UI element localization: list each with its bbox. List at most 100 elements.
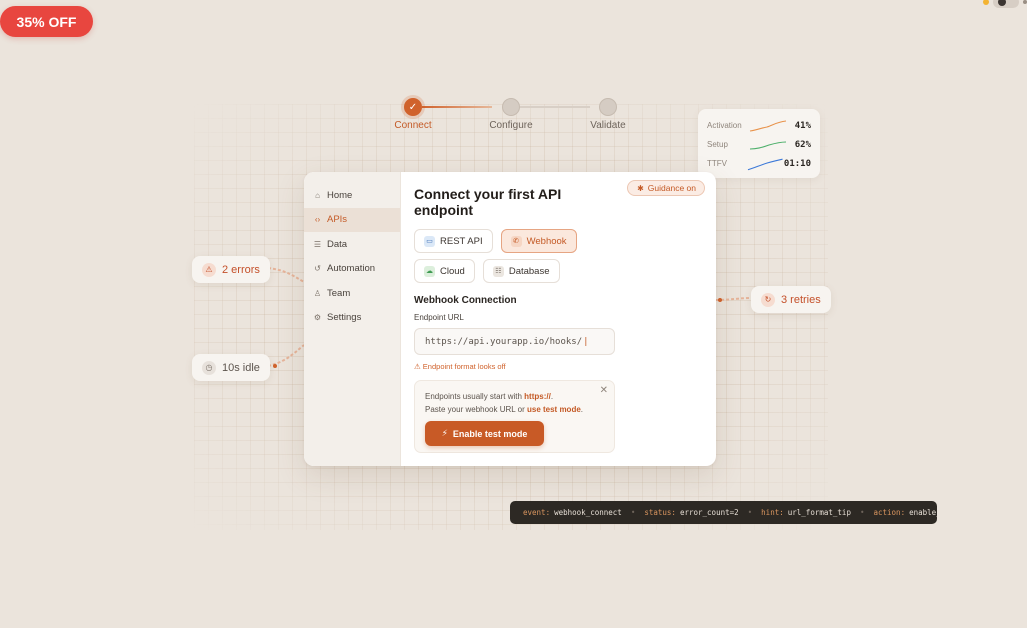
- step-validate[interactable]: Validate: [573, 98, 643, 131]
- metric-setup: Setup 62%: [707, 135, 811, 154]
- type-cloud-button[interactable]: ☁ Cloud: [414, 259, 475, 283]
- connection-type-group: ▭ REST API ✆ Webhook ☁ Cloud ☷ Database: [414, 229, 584, 283]
- metric-label: TTFV: [707, 159, 727, 168]
- log-value: webhook_connect: [554, 508, 622, 517]
- sidebar: ⌂ Home ‹› APIs ☰ Data ↺ Automation ♙ Tea…: [304, 172, 401, 466]
- type-database-button[interactable]: ☷ Database: [482, 259, 560, 283]
- sidebar-item-team[interactable]: ♙ Team: [304, 281, 400, 306]
- metric-activation: Activation 41%: [707, 116, 811, 135]
- sidebar-item-label: APIs: [327, 214, 348, 226]
- sidebar-item-apis[interactable]: ‹› APIs: [304, 207, 400, 232]
- window-controls: [983, 0, 1027, 8]
- format-warning: ⚠ Endpoint format looks off: [414, 362, 506, 371]
- hint-text-part: .: [550, 392, 554, 401]
- wand-icon: ⚡: [441, 428, 448, 438]
- endpoint-url-label: Endpoint URL: [414, 313, 464, 322]
- cloud-icon: ☁: [424, 265, 435, 277]
- endpoint-url-input[interactable]: https://api.yourapp.io/hooks/|: [414, 328, 615, 355]
- log-value: url_format_tip: [787, 508, 851, 517]
- retries-label: 3 retries: [781, 293, 821, 306]
- retries-chip[interactable]: ↻ 3 retries: [751, 286, 831, 313]
- onboarding-stepper: ✓ Connect Configure Validate: [392, 98, 642, 138]
- sidebar-item-label: Home: [327, 189, 353, 201]
- monitor-icon: ▭: [424, 235, 435, 247]
- theme-toggle[interactable]: [993, 0, 1019, 8]
- guidance-hint-card: ✕ Endpoints usually start with https://.…: [414, 380, 615, 453]
- main-content: Connect your first API endpoint ✱ Guidan…: [401, 172, 716, 466]
- text-caret: |: [583, 336, 589, 347]
- sidebar-item-label: Team: [327, 287, 351, 299]
- refresh-icon: ↺: [314, 264, 321, 274]
- type-webhook-button[interactable]: ✆ Webhook: [500, 229, 577, 253]
- log-key: event:: [523, 508, 551, 517]
- log-value: enable_test_mode: [909, 508, 937, 517]
- hint-text-part: Endpoints usually start with: [425, 392, 525, 401]
- sidebar-item-home[interactable]: ⌂ Home: [304, 183, 400, 208]
- promo-label: 35% OFF: [16, 13, 77, 30]
- errors-chip[interactable]: ⚠ 2 errors: [192, 256, 270, 283]
- type-rest-api-button[interactable]: ▭ REST API: [414, 229, 493, 253]
- sparkline-icon: [749, 140, 787, 150]
- type-label: Database: [508, 265, 550, 277]
- sidebar-item-label: Data: [327, 238, 348, 250]
- type-label: Cloud: [440, 265, 465, 277]
- sidebar-item-data[interactable]: ☰ Data: [304, 232, 400, 257]
- gear-icon: ⚙: [313, 313, 322, 323]
- step-label: Validate: [590, 120, 626, 131]
- phone-icon: ✆: [510, 235, 522, 247]
- separator-dot: •: [859, 508, 865, 517]
- refresh-icon: ↻: [761, 292, 775, 307]
- sparkline-icon: [749, 119, 787, 132]
- database-icon: ☰: [313, 239, 322, 249]
- guidance-toggle[interactable]: ✱ Guidance on: [627, 180, 705, 196]
- warning-icon: ⚠: [202, 262, 216, 277]
- step-connect[interactable]: ✓ Connect: [378, 98, 448, 131]
- sidebar-item-label: Automation: [327, 263, 376, 275]
- page-title: Connect your first API endpoint: [414, 186, 562, 218]
- sparkle-icon: ✱: [637, 183, 644, 193]
- metric-label: Setup: [707, 140, 728, 149]
- event-log-bar: event: webhook_connect • status: error_cou…: [510, 501, 937, 524]
- promo-badge[interactable]: 35% OFF: [0, 6, 93, 37]
- sparkline-icon: [748, 158, 784, 170]
- step-label: Configure: [489, 120, 533, 131]
- guidance-label: Guidance on: [647, 183, 696, 193]
- sidebar-item-settings[interactable]: ⚙ Settings: [304, 306, 400, 331]
- idle-chip[interactable]: ◷ 10s idle: [192, 354, 270, 381]
- metrics-card: Activation 41% Setup 62% TTFV 01:10: [698, 109, 820, 178]
- errors-label: 2 errors: [222, 263, 260, 276]
- type-label: REST API: [440, 235, 483, 247]
- separator-dot: •: [630, 508, 636, 517]
- hint-highlight: https://: [524, 392, 551, 401]
- metric-label: Activation: [707, 121, 742, 130]
- step-dot-icon: [502, 98, 520, 116]
- sidebar-item-label: Settings: [327, 312, 362, 324]
- enable-test-mode-button[interactable]: ⚡ Enable test mode: [425, 421, 544, 446]
- metric-ttfv: TTFV 01:10: [707, 154, 811, 173]
- log-key: status:: [644, 508, 676, 517]
- log-value: error_count=2: [679, 508, 739, 517]
- connect-api-panel: ⌂ Home ‹› APIs ☰ Data ↺ Automation ♙ Tea…: [304, 172, 716, 466]
- step-dot-icon: [599, 98, 617, 116]
- close-icon[interactable]: ✕: [600, 385, 608, 396]
- metric-value: 01:10: [783, 158, 811, 169]
- code-icon: ‹›: [314, 215, 321, 225]
- more-icon[interactable]: [1023, 0, 1027, 4]
- use-test-mode-link[interactable]: use test mode: [527, 405, 581, 414]
- endpoint-url-value: https://api.yourapp.io/hooks/: [425, 336, 583, 347]
- sidebar-item-automation[interactable]: ↺ Automation: [304, 257, 400, 282]
- idle-label: 10s idle: [222, 361, 260, 374]
- check-icon: ✓: [404, 98, 422, 116]
- hint-text: Endpoints usually start with https://. P…: [425, 390, 604, 416]
- home-icon: ⌂: [315, 190, 320, 200]
- type-label: Webhook: [526, 235, 567, 247]
- hint-text-part: Paste your webhook URL or: [425, 405, 527, 414]
- enable-test-mode-label: Enable test mode: [452, 428, 528, 439]
- clock-icon: ◷: [202, 360, 216, 375]
- metric-value: 62%: [794, 139, 811, 150]
- step-configure[interactable]: Configure: [476, 98, 546, 131]
- hint-text-part: .: [580, 405, 584, 414]
- step-label: Connect: [394, 120, 432, 131]
- log-key: action:: [873, 508, 906, 517]
- metric-value: 41%: [794, 120, 811, 131]
